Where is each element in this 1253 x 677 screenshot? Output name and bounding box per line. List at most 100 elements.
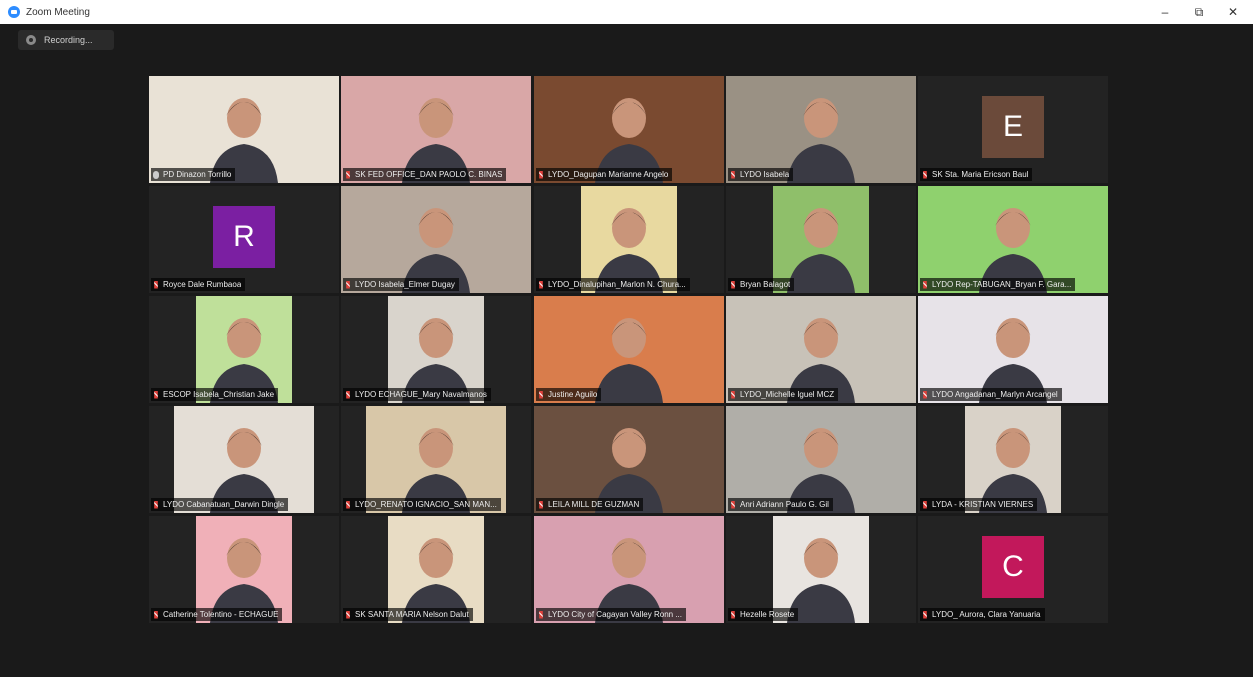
participant-name-label: LYDO_Dinalupihan_Marlon N. Chura...: [536, 278, 690, 291]
participant-tile[interactable]: LYDO_Michelle Iguel MCZ: [726, 296, 916, 403]
participant-name-label: ESCOP Isabela_Christian Jake: [151, 388, 279, 401]
participant-video: [196, 516, 292, 623]
participant-tile[interactable]: C LYDO_ Aurora, Clara Yanuaria: [918, 516, 1108, 623]
participant-name-label: LYDO_Michelle Iguel MCZ: [728, 388, 839, 401]
mic-muted-icon: [154, 390, 158, 399]
participant-tile[interactable]: LEILA MILL DE GUZMAN: [534, 406, 724, 513]
participant-avatar: E: [982, 96, 1044, 158]
participant-name-label: SK Sta. Maria Ericson Baul: [920, 168, 1033, 181]
mic-muted-icon: [731, 280, 735, 289]
person-silhouette-icon: [210, 428, 278, 513]
person-silhouette-icon: [787, 208, 855, 293]
participant-name-label: LYDO Cabanatuan_Darwin Dingle: [151, 498, 289, 511]
participant-video: [341, 76, 531, 183]
participant-tile[interactable]: Hezelle Rosete: [726, 516, 916, 623]
participant-name: Bryan Balagot: [740, 280, 791, 289]
participant-name: LYDA - KRISTIAN VIERNES: [932, 500, 1034, 509]
mic-muted-icon: [346, 610, 350, 619]
participant-name-label: LYDO_ Aurora, Clara Yanuaria: [920, 608, 1045, 621]
participant-tile[interactable]: Catherine Tolentino - ECHAGUE: [149, 516, 339, 623]
close-button[interactable]: ✕: [1216, 0, 1250, 24]
participant-tile[interactable]: LYDO_Dinalupihan_Marlon N. Chura...: [534, 186, 724, 293]
mic-muted-icon: [154, 280, 158, 289]
participant-name: LYDO Isabela: [740, 170, 790, 179]
person-silhouette-icon: [595, 208, 663, 293]
mic-muted-icon: [346, 390, 350, 399]
minimize-button[interactable]: –: [1148, 0, 1182, 24]
participant-name-label: SK SANTA MARIA Nelson Dalut: [343, 608, 473, 621]
participant-video: [726, 76, 916, 183]
participant-name-label: Catherine Tolentino - ECHAGUE: [151, 608, 283, 621]
participant-name: LYDO_ Aurora, Clara Yanuaria: [932, 610, 1041, 619]
participant-name-label: LYDO Rep-TABUGAN_Bryan F. Gara...: [920, 278, 1076, 291]
participant-video: [534, 296, 724, 403]
participant-video: [726, 406, 916, 513]
participant-tile[interactable]: LYDO City of Cagayan Valley Ronn ...: [534, 516, 724, 623]
participant-tile[interactable]: Bryan Balagot: [726, 186, 916, 293]
participant-tile[interactable]: SK FED OFFICE_DAN PAOLO C. BINAS: [341, 76, 531, 183]
participant-name: LYDO City of Cagayan Valley Ronn ...: [548, 610, 682, 619]
participant-tile[interactable]: R Royce Dale Rumbaoa: [149, 186, 339, 293]
mic-muted-icon: [923, 610, 927, 619]
participant-tile[interactable]: LYDO_Dagupan Marianne Angelo: [534, 76, 724, 183]
person-silhouette-icon: [787, 428, 855, 513]
participant-video: [388, 516, 484, 623]
title-bar: Zoom Meeting – ⧉ ✕: [0, 0, 1253, 24]
participant-name: SK FED OFFICE_DAN PAOLO C. BINAS: [355, 170, 503, 179]
maximize-button[interactable]: ⧉: [1182, 0, 1216, 24]
participant-video: [149, 76, 339, 183]
person-silhouette-icon: [402, 318, 470, 403]
person-silhouette-icon: [402, 98, 470, 183]
participant-video: [726, 296, 916, 403]
mic-muted-icon: [154, 610, 158, 619]
person-silhouette-icon: [210, 98, 278, 183]
participant-video: [534, 76, 724, 183]
participant-tile[interactable]: LYDO Cabanatuan_Darwin Dingle: [149, 406, 339, 513]
participant-name: Justine Aguilo: [548, 390, 598, 399]
participant-name-label: Royce Dale Rumbaoa: [151, 278, 246, 291]
participant-tile[interactable]: Justine Aguilo: [534, 296, 724, 403]
participant-tile[interactable]: LYDO Angadanan_Marlyn Arcangel: [918, 296, 1108, 403]
participant-tile[interactable]: LYDO Isabela: [726, 76, 916, 183]
mic-muted-icon: [346, 500, 350, 509]
participant-tile[interactable]: Anri Adriann Paulo G. Gil: [726, 406, 916, 513]
mic-icon: [153, 170, 159, 179]
mic-muted-icon: [923, 390, 927, 399]
participant-name-label: LYDO Angadanan_Marlyn Arcangel: [920, 388, 1062, 401]
participant-tile[interactable]: ESCOP Isabela_Christian Jake: [149, 296, 339, 403]
person-silhouette-icon: [210, 318, 278, 403]
person-silhouette-icon: [402, 208, 470, 293]
zoom-app-icon: [8, 6, 20, 18]
participant-name: LYDO_Dinalupihan_Marlon N. Chura...: [548, 280, 686, 289]
participant-name: LYDO Rep-TABUGAN_Bryan F. Gara...: [932, 280, 1072, 289]
participant-tile[interactable]: E SK Sta. Maria Ericson Baul: [918, 76, 1108, 183]
mic-muted-icon: [731, 610, 735, 619]
participant-video: [174, 406, 314, 513]
participant-tile[interactable]: LYDA - KRISTIAN VIERNES: [918, 406, 1108, 513]
participant-name: SK SANTA MARIA Nelson Dalut: [355, 610, 469, 619]
participant-tile[interactable]: PD Dinazon Torrillo: [149, 76, 339, 183]
participant-tile[interactable]: LYDO Isabela_Elmer Dugay: [341, 186, 531, 293]
participant-tile[interactable]: LYDO ECHAGUE_Mary Navalmanos: [341, 296, 531, 403]
participant-video: [581, 186, 677, 293]
mic-muted-icon: [154, 500, 158, 509]
mic-muted-icon: [346, 280, 350, 289]
window-title: Zoom Meeting: [26, 6, 90, 18]
mic-muted-icon: [539, 280, 543, 289]
participant-tile[interactable]: LYDO Rep-TABUGAN_Bryan F. Gara...: [918, 186, 1108, 293]
participant-name-label: PD Dinazon Torrillo: [151, 168, 236, 181]
mic-muted-icon: [539, 610, 543, 619]
participant-video: [918, 296, 1108, 403]
participant-name: Hezelle Rosete: [740, 610, 795, 619]
participant-video: [918, 186, 1108, 293]
participant-name-label: LYDA - KRISTIAN VIERNES: [920, 498, 1038, 511]
participant-tile[interactable]: SK SANTA MARIA Nelson Dalut: [341, 516, 531, 623]
participant-video: [534, 406, 724, 513]
mic-muted-icon: [539, 170, 543, 179]
participant-name-label: Hezelle Rosete: [728, 608, 799, 621]
participant-name-label: Justine Aguilo: [536, 388, 602, 401]
participant-tile[interactable]: LYDO_RENATO IGNACIO_SAN MAN...: [341, 406, 531, 513]
participant-name-label: LYDO ECHAGUE_Mary Navalmanos: [343, 388, 491, 401]
participant-name-label: LYDO_Dagupan Marianne Angelo: [536, 168, 673, 181]
participant-name-label: LYDO Isabela_Elmer Dugay: [343, 278, 459, 291]
